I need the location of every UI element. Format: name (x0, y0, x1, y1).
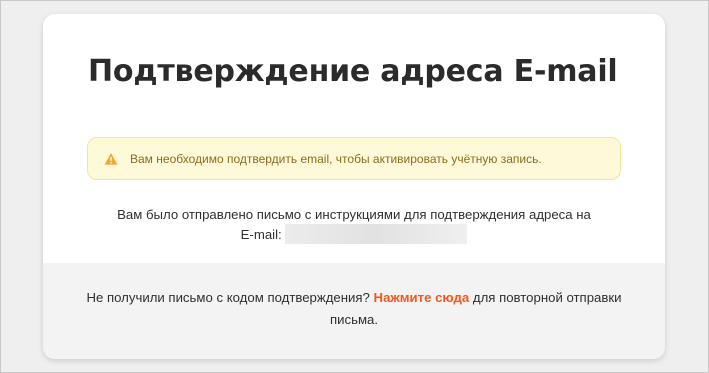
email-confirmation-card: Подтверждение адреса E-mail Вам необходи… (43, 14, 665, 359)
resend-text: Не получили письмо с кодом подтверждения… (63, 287, 645, 331)
page-title: Подтверждение адреса E-mail (88, 54, 618, 89)
instructions-text: Вам было отправлено письмо с инструкциям… (63, 205, 645, 244)
instructions-line: Вам было отправлено письмо с инструкциям… (117, 207, 591, 222)
warning-alert: Вам необходимо подтвердить email, чтобы … (87, 137, 621, 180)
resend-text-before: Не получили письмо с кодом подтверждения… (86, 290, 370, 305)
redacted-email-address (285, 224, 468, 244)
resend-link[interactable]: Нажмите сюда (374, 290, 470, 305)
alert-message: Вам необходимо подтвердить email, чтобы … (130, 151, 542, 166)
email-label: E-mail: (240, 227, 282, 242)
warning-icon (104, 152, 118, 166)
resend-footer: Не получили письмо с кодом подтверждения… (43, 263, 665, 359)
